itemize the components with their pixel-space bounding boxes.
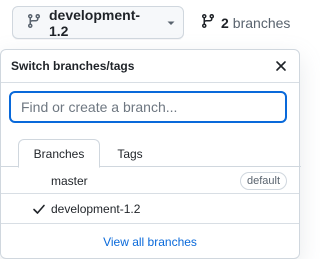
list-item[interactable]: master default (1, 168, 299, 194)
branch-dropdown: Switch branches/tags Branches Tags maste… (0, 49, 301, 259)
branches-link[interactable]: 2 branches (200, 6, 290, 39)
git-branch-icon (200, 13, 221, 32)
branch-count-label: branches (232, 14, 291, 31)
branch-count-number: 2 (221, 14, 229, 31)
branch-toolbar: development-1.2 2 branches (0, 0, 300, 50)
branch-name: master (51, 173, 88, 188)
git-branch-icon (26, 13, 49, 32)
view-all-branches-link[interactable]: View all branches (1, 227, 299, 257)
dropdown-title: Switch branches/tags (11, 59, 135, 73)
branch-filter-input[interactable] (9, 91, 287, 123)
tab-branches[interactable]: Branches (18, 139, 100, 168)
close-icon[interactable] (273, 58, 289, 74)
current-branch-label: development-1.2 (49, 6, 141, 39)
branch-list: master default development-1.2 (1, 168, 299, 224)
branch-select-button[interactable]: development-1.2 (12, 6, 184, 39)
branch-tag-tabs: Branches Tags (1, 139, 301, 168)
caret-down-icon (166, 15, 183, 31)
default-badge: default (239, 171, 287, 190)
branch-name: development-1.2 (51, 201, 141, 216)
tab-tags[interactable]: Tags (105, 139, 155, 168)
dropdown-header: Switch branches/tags (1, 50, 299, 83)
check-icon (32, 202, 46, 216)
list-item[interactable]: development-1.2 (1, 194, 299, 224)
